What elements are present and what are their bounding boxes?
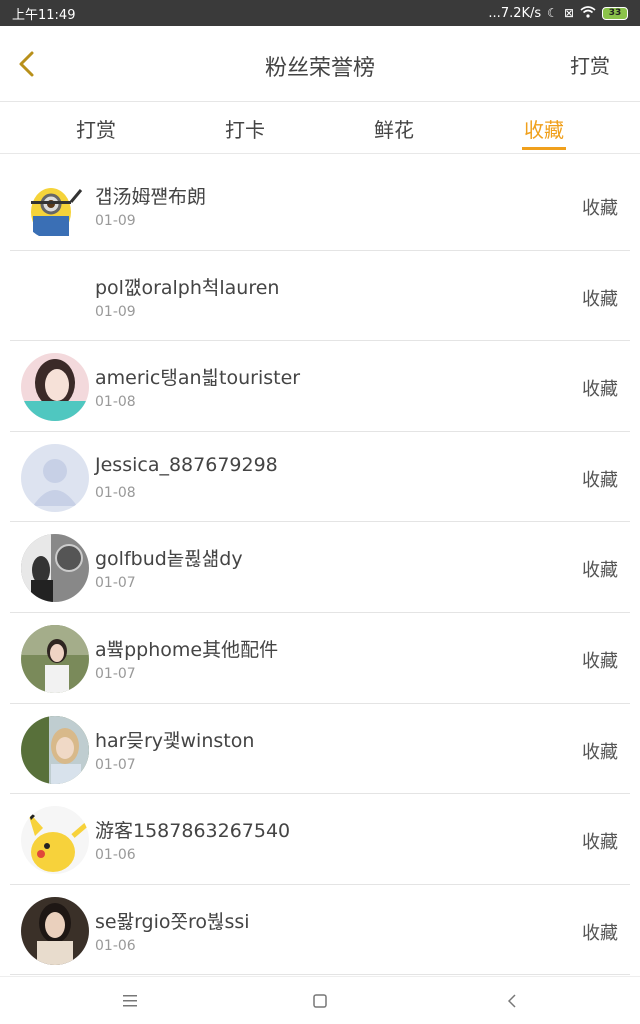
active-tab-indicator	[522, 147, 566, 150]
page-title: 粉丝荣誉榜	[264, 56, 375, 81]
wifi-icon	[580, 5, 596, 21]
avatar	[21, 806, 89, 875]
action-type: 收藏	[582, 560, 618, 582]
action-type: 收藏	[582, 198, 618, 219]
fan-name: har믖ry괯winston	[95, 729, 255, 752]
fan-date: 01-09	[95, 303, 136, 320]
tab-reward[interactable]: 打赏	[56, 102, 136, 154]
fan-date: 01-07	[95, 575, 136, 592]
list-item[interactable]: 걥汤姆쨷布朗 01-09 收藏	[10, 160, 630, 251]
avatar	[21, 896, 89, 965]
fan-date: 01-06	[95, 937, 136, 954]
fan-name: 걥汤姆쨷布朗	[95, 186, 206, 208]
avatar	[21, 534, 89, 603]
list-item[interactable]: americ탱an븳tourister 01-08 收藏	[10, 341, 630, 432]
nav-back-button[interactable]	[497, 987, 527, 1015]
status-bar: 上午11:49 ...7.2K/s ☾ ⊠ 33	[0, 0, 640, 26]
tab-checkin[interactable]: 打卡	[205, 102, 285, 154]
battery-icon: 33	[602, 6, 628, 20]
action-type: 收藏	[582, 922, 618, 944]
fan-date: 01-07	[95, 756, 136, 773]
moon-icon: ☾	[547, 6, 558, 20]
avatar	[21, 353, 89, 422]
fan-date: 01-07	[95, 665, 136, 682]
list-item[interactable]: 游客1587863267540 01-06 收藏	[10, 794, 630, 885]
fan-date: 01-08	[95, 394, 136, 411]
system-nav-bar	[0, 976, 640, 1024]
fan-name: americ탱an븳tourister	[95, 367, 301, 390]
tab-bar: 打赏 打卡 鲜花 收藏	[0, 102, 640, 154]
fan-name: pol꺲oralph척lauren	[95, 276, 280, 299]
fan-list: 걥汤姆쨷布朗 01-09 收藏 pol꺲oralph척lauren 01-09 …	[0, 160, 640, 976]
fan-name: se뫓rgio쫏ro붢ssi	[95, 910, 250, 933]
default-user-icon	[21, 443, 89, 512]
menu-icon	[123, 995, 137, 1007]
menu-button[interactable]	[115, 987, 145, 1015]
list-item[interactable]: Jessica_887679298 01-08 收藏	[10, 432, 630, 523]
status-icons: ...7.2K/s ☾ ⊠ 33	[488, 6, 628, 21]
action-type: 收藏	[582, 379, 618, 401]
header: 粉丝荣誉榜 打赏	[0, 26, 640, 102]
fan-name: 游客1587863267540	[95, 820, 291, 843]
fan-name: Jessica_887679298	[95, 453, 278, 476]
avatar	[21, 624, 89, 693]
fan-name: a쁔pphome其他配件	[95, 638, 279, 661]
home-button[interactable]	[305, 987, 335, 1015]
action-type: 收藏	[582, 832, 618, 854]
list-item[interactable]: pol꺲oralph척lauren 01-09 收藏	[10, 251, 630, 342]
reward-button[interactable]: 打赏	[570, 50, 610, 79]
list-item[interactable]: se뫓rgio쫏ro붢ssi 01-06 收藏	[10, 885, 630, 976]
action-type: 收藏	[582, 469, 618, 491]
status-time: 上午11:49	[12, 7, 76, 23]
fan-date: 01-09	[95, 213, 136, 229]
action-type: 收藏	[582, 288, 618, 310]
home-square-icon	[313, 994, 327, 1008]
list-item[interactable]: har믖ry괯winston 01-07 收藏	[10, 704, 630, 795]
action-type: 收藏	[582, 741, 618, 763]
avatar	[21, 715, 89, 784]
list-item[interactable]: golfbud놑퓒섊dy 01-07 收藏	[10, 522, 630, 613]
fan-name: golfbud놑퓒섊dy	[95, 548, 243, 571]
action-type: 收藏	[582, 650, 618, 672]
back-arrow-icon	[507, 994, 516, 1008]
list-item[interactable]: a쁔pphome其他配件 01-07 收藏	[10, 613, 630, 704]
avatar	[21, 172, 89, 240]
fan-date: 01-06	[95, 847, 136, 864]
network-speed: ...7.2K/s	[488, 5, 542, 21]
tab-flowers[interactable]: 鲜花	[354, 102, 434, 154]
sim-icon: ⊠	[563, 6, 574, 20]
fan-date: 01-08	[95, 484, 136, 501]
